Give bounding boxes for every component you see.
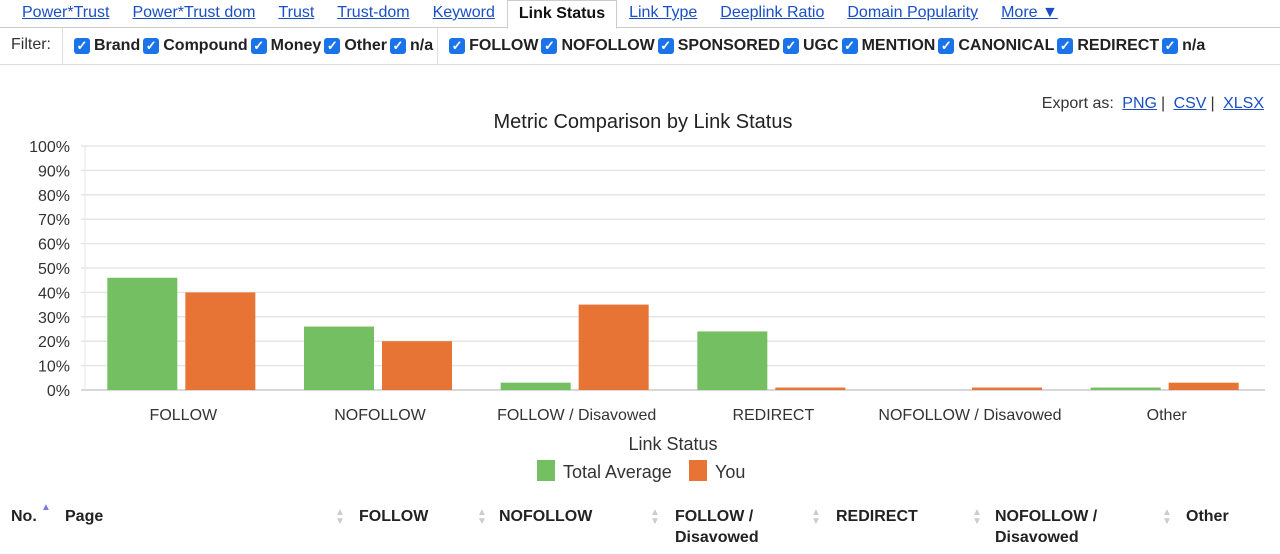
column-header-nofollow[interactable]: NOFOLLOW: [499, 506, 592, 527]
x-tick-label: Other: [1147, 407, 1188, 424]
y-tick-label: 20%: [38, 334, 70, 351]
legend-swatch: [537, 460, 555, 481]
y-tick-label: 70%: [38, 212, 70, 229]
chart-title: Metric Comparison by Link Status: [493, 111, 792, 133]
x-tick-label: NOFOLLOW: [334, 407, 426, 424]
x-axis-title: Link Status: [628, 434, 717, 454]
column-header-no-[interactable]: No.: [11, 506, 37, 527]
bar-total-average[interactable]: [107, 277, 178, 390]
y-tick-label: 0%: [47, 383, 70, 400]
column-header-follow[interactable]: FOLLOW: [359, 506, 428, 527]
bar-you[interactable]: [972, 387, 1042, 390]
column-header-follow-disavowed[interactable]: FOLLOW / Disavowed: [675, 506, 785, 548]
x-tick-label: REDIRECT: [732, 407, 814, 424]
sort-ascending-icon[interactable]: ▲: [41, 503, 51, 513]
y-tick-label: 60%: [38, 237, 70, 254]
sort-icon[interactable]: ▲ ▼: [650, 508, 660, 527]
y-tick-label: 10%: [38, 359, 70, 376]
sort-icon[interactable]: ▲ ▼: [335, 508, 345, 527]
sort-icon[interactable]: ▲ ▼: [477, 508, 487, 527]
sort-icon[interactable]: ▲ ▼: [811, 508, 821, 527]
bar-you[interactable]: [382, 341, 452, 390]
column-header-page[interactable]: Page: [65, 506, 103, 527]
column-header-nofollow-disavowed[interactable]: NOFOLLOW / Disavowed: [995, 506, 1105, 548]
y-tick-label: 80%: [38, 188, 70, 205]
bar-total-average[interactable]: [1090, 387, 1161, 390]
bar-you[interactable]: [578, 304, 649, 390]
y-tick-label: 100%: [29, 139, 70, 156]
column-header-other[interactable]: Other: [1186, 506, 1229, 527]
bar-total-average[interactable]: [304, 326, 374, 390]
bar-you[interactable]: [775, 387, 846, 390]
bar-you[interactable]: [185, 292, 256, 390]
y-tick-label: 30%: [38, 310, 70, 327]
legend-label: Total Average: [563, 462, 672, 482]
bar-total-average[interactable]: [697, 331, 768, 390]
bar-you[interactable]: [1168, 382, 1239, 390]
y-tick-label: 50%: [38, 261, 70, 278]
y-tick-label: 90%: [38, 163, 70, 180]
legend-swatch: [689, 460, 707, 481]
x-tick-label: FOLLOW: [150, 407, 218, 424]
sort-icon[interactable]: ▲ ▼: [1162, 508, 1172, 527]
y-tick-label: 40%: [38, 285, 70, 302]
x-tick-label: NOFOLLOW / Disavowed: [878, 407, 1061, 424]
legend-label: You: [715, 462, 745, 482]
bar-total-average[interactable]: [500, 382, 571, 390]
column-header-redirect[interactable]: REDIRECT: [836, 506, 918, 527]
sort-icon[interactable]: ▲ ▼: [972, 508, 982, 527]
x-tick-label: FOLLOW / Disavowed: [497, 407, 656, 424]
bar-chart: Metric Comparison by Link Status 0% 10% 20%…: [29, 111, 1265, 482]
